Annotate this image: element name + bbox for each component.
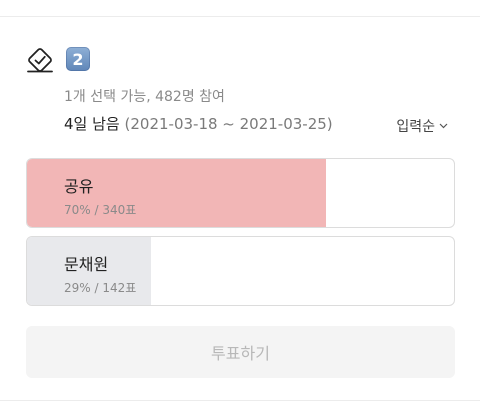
poll-period: (2021-03-18 ~ 2021-03-25) bbox=[124, 115, 333, 133]
remaining-days: 4일 남음 bbox=[64, 115, 120, 133]
option-1-stat: 70% / 340표 bbox=[64, 203, 137, 217]
option-2-label: 문채원 bbox=[64, 255, 109, 274]
poll-option-2[interactable]: 문채원 29% / 142표 bbox=[26, 236, 455, 306]
poll-option-1[interactable]: 공유 70% / 340표 bbox=[26, 158, 455, 228]
vote-button[interactable]: 투표하기 bbox=[26, 326, 455, 378]
sort-label: 입력순 bbox=[396, 119, 435, 135]
poll-remaining-row: 4일 남음 (2021-03-18 ~ 2021-03-25) bbox=[64, 113, 333, 134]
top-divider bbox=[0, 16, 480, 17]
option-1-label: 공유 bbox=[64, 177, 94, 196]
sort-dropdown[interactable]: 입력순 bbox=[396, 116, 448, 136]
chevron-down-icon bbox=[439, 123, 448, 129]
poll-number-badge: 2 bbox=[66, 47, 90, 71]
poll-meta: 1개 선택 가능, 482명 참여 bbox=[64, 89, 225, 105]
option-2-stat: 29% / 142표 bbox=[64, 281, 137, 295]
bottom-divider bbox=[0, 400, 480, 401]
ballot-check-icon bbox=[27, 48, 53, 73]
